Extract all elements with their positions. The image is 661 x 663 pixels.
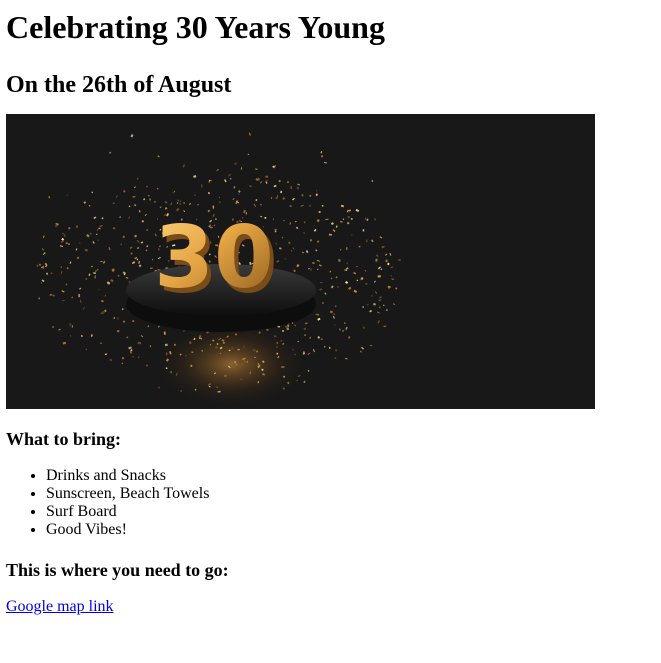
- event-date-heading: On the 26th of August: [6, 72, 232, 98]
- list-item: Good Vibes!: [46, 521, 655, 539]
- what-to-bring-heading: What to bring:: [6, 429, 122, 449]
- google-map-link[interactable]: Google map link: [6, 598, 114, 616]
- celebration-image: 30 30: [6, 114, 595, 409]
- directions-heading: This is where you need to go:: [6, 560, 229, 580]
- list-item: Sunscreen, Beach Towels: [46, 485, 655, 503]
- list-item: Surf Board: [46, 503, 655, 521]
- floor-glow: [151, 319, 311, 409]
- page-title: Celebrating 30 Years Young: [6, 9, 385, 45]
- bring-list: Drinks and Snacks Sunscreen, Beach Towel…: [6, 467, 655, 539]
- page-content: Celebrating 30 Years Young On the 26th o…: [0, 0, 661, 616]
- anniversary-30-illustration: 30 30: [6, 114, 595, 409]
- number-thirty: 30: [154, 208, 274, 308]
- list-item: Drinks and Snacks: [46, 467, 655, 485]
